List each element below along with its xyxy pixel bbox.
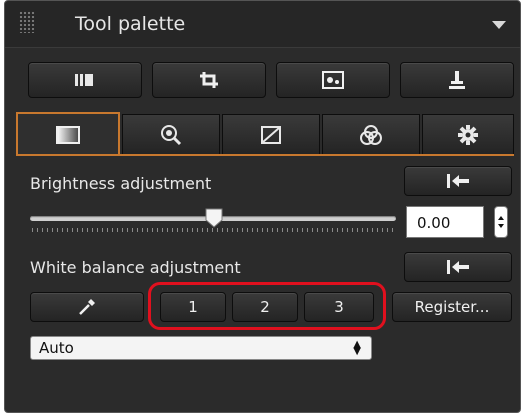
crop-icon [200, 72, 218, 88]
brightness-slider-ticks [32, 228, 394, 232]
eyedropper-icon [79, 299, 95, 315]
brightness-reset-button[interactable] [404, 166, 512, 196]
tab-color-adjustment[interactable] [322, 114, 420, 154]
register-button[interactable]: Register... [392, 292, 512, 322]
palette-title-bar[interactable]: Tool palette [5, 1, 520, 48]
compare-view-button[interactable] [28, 62, 142, 98]
eyedropper-button[interactable] [30, 292, 144, 322]
dust-delete-button[interactable] [276, 62, 390, 98]
brightness-slider-thumb[interactable] [205, 208, 223, 228]
reset-arrow-icon [447, 174, 469, 188]
compare-view-icon [75, 74, 93, 86]
white-balance-reset-button[interactable] [404, 252, 512, 282]
active-tab-underline [16, 154, 514, 156]
white-balance-select-value: Auto [39, 339, 74, 357]
tone-curve-icon [261, 125, 281, 144]
select-caret-icon: ▲ ▼ [353, 339, 361, 357]
tab-lens-correction[interactable] [122, 114, 220, 154]
basic-adjustment-icon [56, 126, 80, 144]
white-balance-label: White balance adjustment [30, 258, 241, 277]
reset-arrow-icon [447, 260, 469, 274]
crop-button[interactable] [152, 62, 266, 98]
stamp-icon [449, 71, 465, 89]
collapse-arrow-icon[interactable] [492, 21, 506, 29]
brightness-stepper[interactable] [494, 206, 508, 238]
gear-icon [458, 124, 478, 145]
stepper-down-icon[interactable] [498, 224, 504, 228]
copy-stamp-button[interactable] [400, 62, 514, 98]
palette-title: Tool palette [75, 13, 186, 35]
tab-basic-adjustment[interactable] [16, 112, 120, 156]
drag-grip-icon[interactable] [19, 11, 35, 33]
brightness-label: Brightness adjustment [30, 174, 212, 193]
preset-highlight-outline [148, 282, 386, 330]
image-frame-icon [322, 71, 344, 89]
brightness-value-field[interactable]: 0.00 [406, 206, 484, 238]
tab-settings[interactable] [422, 114, 514, 154]
white-balance-select[interactable]: Auto ▲ ▼ [30, 336, 372, 360]
color-circles-icon [360, 124, 382, 145]
tab-tone-curve[interactable] [222, 114, 320, 154]
stepper-up-icon[interactable] [498, 216, 504, 220]
lens-magnifier-icon [161, 124, 182, 145]
